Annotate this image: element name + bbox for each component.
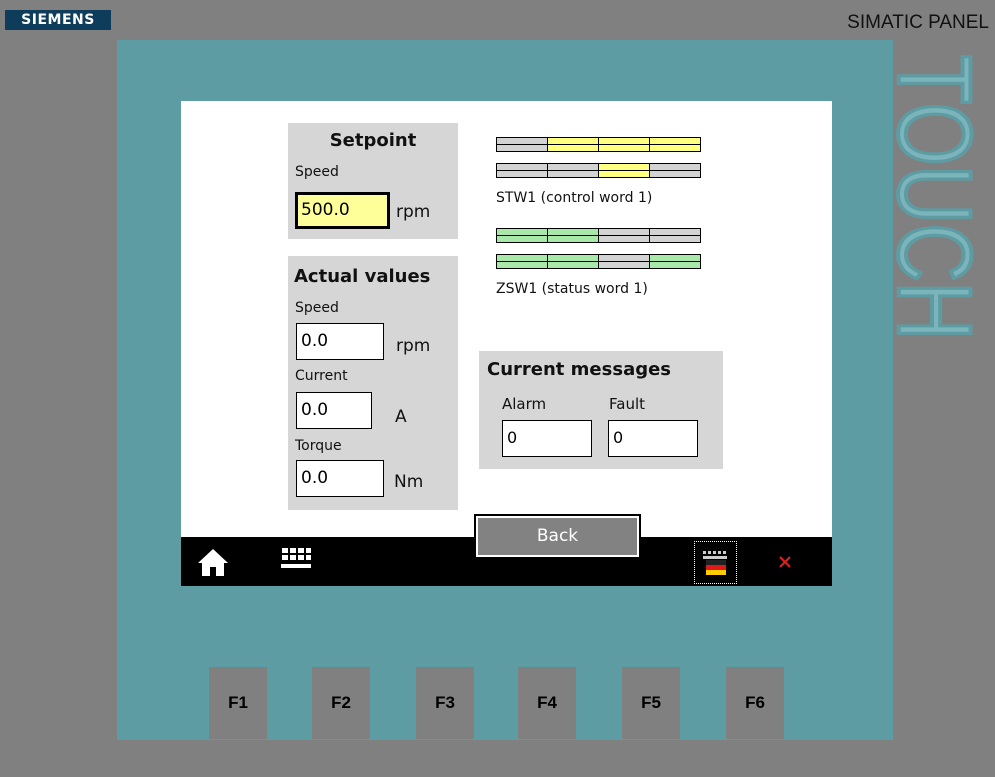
zsw1-bit-display <box>496 228 701 243</box>
stw1-bit <box>649 163 701 171</box>
brand-logo: SIEMENS <box>5 10 111 30</box>
zsw1-bit <box>649 228 701 236</box>
stw1-bits-2 <box>496 163 701 178</box>
actual-speed-field: 0.0 <box>296 323 384 360</box>
function-key-f2[interactable]: F2 <box>312 667 370 739</box>
actual-current-field: 0.0 <box>296 392 372 429</box>
zsw1-bit-row-2b <box>496 261 701 269</box>
actual-torque-label: Torque <box>295 438 342 454</box>
function-key-f4[interactable]: F4 <box>518 667 576 739</box>
zsw1-bit <box>547 235 599 243</box>
model-label: SIMATIC PANEL <box>847 12 989 33</box>
home-icon <box>198 549 228 576</box>
stw1-bit <box>598 163 650 171</box>
stw1-bit <box>496 163 548 171</box>
stw1-bit <box>547 163 599 171</box>
stw1-bits <box>496 137 701 152</box>
zsw1-bit-display-2 <box>496 254 701 269</box>
close-button[interactable] <box>775 551 795 571</box>
setpoint-title: Setpoint <box>329 130 417 151</box>
stw1-bit-row-2b <box>496 170 701 178</box>
zsw1-bit <box>496 254 548 262</box>
back-button[interactable]: Back <box>474 514 641 559</box>
actual-speed-unit: rpm <box>396 336 431 356</box>
stw1-bit <box>496 144 548 152</box>
screen-keyboard-button[interactable] <box>280 544 312 572</box>
setpoint-speed-unit: rpm <box>396 202 431 222</box>
actual-speed-label: Speed <box>295 300 339 316</box>
stw1-bit <box>598 137 650 145</box>
zsw1-bit <box>547 261 599 269</box>
zsw1-bit <box>496 228 548 236</box>
language-flag-icon <box>703 551 727 575</box>
zsw1-bit <box>649 235 701 243</box>
function-key-f5[interactable]: F5 <box>622 667 680 739</box>
function-key-f6[interactable]: F6 <box>726 667 784 739</box>
stw1-bit <box>496 137 548 145</box>
zsw1-bit <box>496 261 548 269</box>
stw1-bit <box>547 144 599 152</box>
close-icon <box>779 556 791 568</box>
zsw1-bit-row-2 <box>496 254 701 262</box>
current-messages-title: Current messages <box>487 359 672 380</box>
back-button-label: Back <box>478 518 637 555</box>
stw1-bit <box>496 170 548 178</box>
stw1-bit <box>598 170 650 178</box>
fault-field: 0 <box>608 420 698 457</box>
stw1-bit <box>598 144 650 152</box>
language-switch-button[interactable] <box>694 541 737 584</box>
stw1-bit-row-1b <box>496 144 701 152</box>
grid-icon <box>281 548 311 568</box>
setpoint-speed-input[interactable]: 500.0 <box>295 192 390 229</box>
actual-values-title: Actual values <box>294 266 431 287</box>
stw1-bit <box>649 144 701 152</box>
stw1-bit <box>649 170 701 178</box>
stw1-bit-row-2 <box>496 163 701 171</box>
actual-current-label: Current <box>295 368 348 384</box>
function-key-f3[interactable]: F3 <box>416 667 474 739</box>
function-key-f1[interactable]: F1 <box>209 667 267 739</box>
stw1-bit <box>649 137 701 145</box>
fault-label: Fault <box>609 395 645 413</box>
stw1-label: STW1 (control word 1) <box>496 190 653 206</box>
zsw1-bit <box>547 254 599 262</box>
zsw1-bit-row-1b <box>496 235 701 243</box>
zsw1-bit <box>598 228 650 236</box>
alarm-field: 0 <box>502 420 592 457</box>
zsw1-bit <box>598 254 650 262</box>
zsw1-bit <box>649 254 701 262</box>
zsw1-bit <box>598 235 650 243</box>
zsw1-bit <box>496 235 548 243</box>
actual-torque-field: 0.0 <box>296 460 384 497</box>
actual-current-unit: A <box>395 407 407 427</box>
zsw1-bit <box>547 228 599 236</box>
zsw1-bits <box>496 228 701 243</box>
stw1-bit-display <box>496 137 701 152</box>
stw1-bit-row-1 <box>496 137 701 145</box>
home-button[interactable] <box>196 546 230 578</box>
setpoint-speed-label: Speed <box>295 164 339 180</box>
alarm-label: Alarm <box>502 395 547 413</box>
zsw1-bit <box>649 261 701 269</box>
zsw1-bit-row-1 <box>496 228 701 236</box>
touch-vertical-label: TOUCH <box>893 55 994 342</box>
zsw1-bits-2 <box>496 254 701 269</box>
actual-torque-unit: Nm <box>394 472 424 492</box>
zsw1-label: ZSW1 (status word 1) <box>496 281 648 297</box>
stw1-bit-display-2 <box>496 163 701 178</box>
stw1-bit <box>547 170 599 178</box>
zsw1-bit <box>598 261 650 269</box>
stw1-bit <box>547 137 599 145</box>
touch-text: TOUCH <box>893 55 992 340</box>
